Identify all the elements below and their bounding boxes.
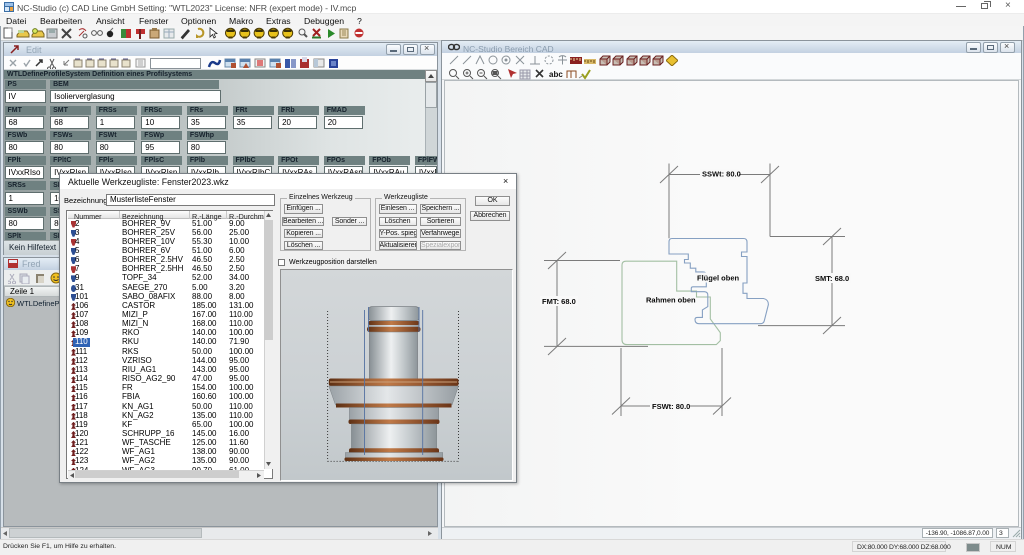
svg-text:FMT: 68.0: FMT: 68.0	[542, 297, 576, 306]
svg-text:Flügel oben: Flügel oben	[697, 274, 740, 283]
svg-text:SSWt: 80.0: SSWt: 80.0	[702, 170, 741, 179]
svg-text:SMT: 68.0: SMT: 68.0	[815, 274, 849, 283]
svg-text:FSWt: 80.0: FSWt: 80.0	[652, 402, 690, 411]
svg-text:Rahmen oben: Rahmen oben	[646, 296, 696, 305]
svg-text:abc: abc	[549, 70, 563, 79]
